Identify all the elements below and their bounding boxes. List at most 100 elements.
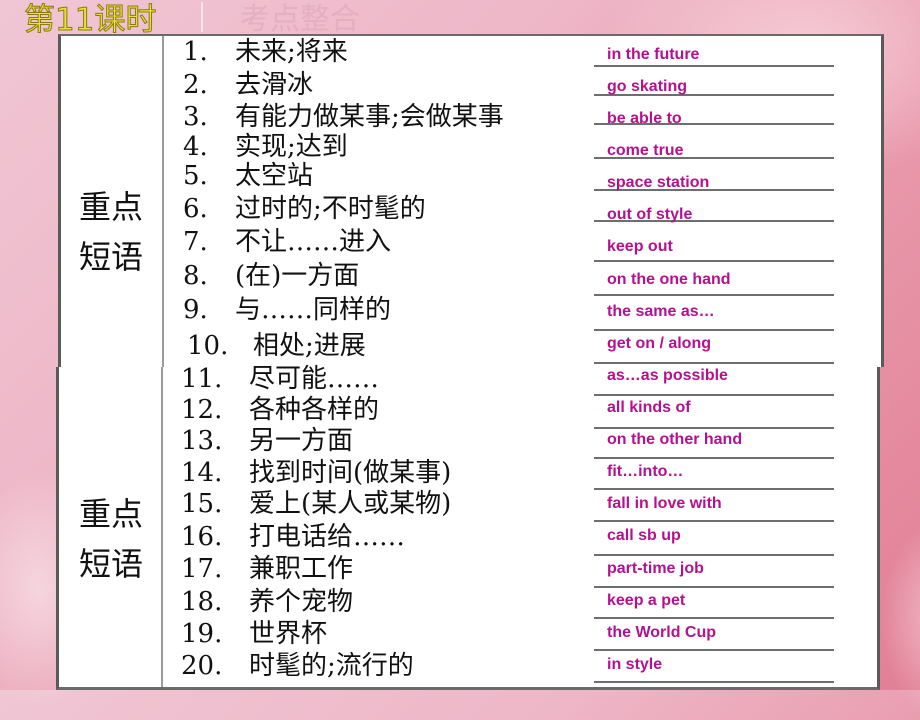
answer-blank-line (594, 649, 834, 651)
english-answer: fit…into… (607, 463, 684, 480)
item-number: 5. (183, 161, 208, 191)
chinese-text: 太空站 (235, 161, 314, 191)
chinese-phrase: 6. 过时的;不时髦的 (183, 193, 426, 225)
answer-blank-line (594, 520, 834, 522)
chinese-phrase: 10. 相处;进展 (187, 330, 366, 362)
item-number: 15. (181, 489, 223, 519)
item-number: 17. (181, 554, 223, 584)
answer-blank-line (594, 681, 834, 683)
chinese-text: 相处;进展 (253, 331, 366, 361)
chinese-text: 打电话给…… (249, 522, 406, 552)
english-answer: space station (607, 174, 710, 191)
chinese-text: 未来;将来 (235, 37, 348, 67)
chinese-text: 不让……进入 (235, 227, 392, 257)
section-subtitle: 考点整合 (240, 2, 360, 37)
chinese-phrase: 14. 找到时间(做某事) (181, 457, 451, 489)
english-answer: in style (607, 656, 663, 673)
chinese-phrase: 18. 养个宠物 (181, 586, 353, 618)
chinese-text: 兼职工作 (249, 554, 354, 584)
english-answer: the same as… (607, 303, 715, 320)
chinese-text: 养个宠物 (249, 587, 354, 617)
english-answer: go skating (607, 78, 688, 95)
item-number: 19. (181, 619, 223, 649)
chinese-phrase: 8. (在)一方面 (183, 260, 359, 292)
category-label-line1: 重点 (78, 495, 143, 533)
item-number: 16. (181, 522, 223, 552)
answer-blank-line (594, 362, 834, 364)
chinese-text: 有能力做某事;会做某事 (235, 102, 504, 132)
item-number: 6. (183, 194, 208, 224)
chinese-text: 另一方面 (249, 426, 354, 456)
category-label: 重点 短语 (61, 182, 161, 282)
chinese-phrase: 16. 打电话给…… (181, 521, 405, 553)
english-answer: out of style (607, 206, 693, 223)
english-answer: fall in love with (607, 495, 722, 512)
english-answer: keep a pet (607, 592, 686, 609)
english-answer: keep out (607, 238, 673, 255)
chinese-phrase: 19. 世界杯 (181, 618, 327, 650)
english-answer: the World Cup (607, 624, 717, 641)
english-answer: come true (607, 142, 684, 159)
item-number: 2. (183, 70, 208, 100)
column-divider (161, 367, 163, 687)
english-answer: get on / along (607, 335, 711, 352)
chinese-text: (在)一方面 (235, 261, 360, 291)
english-answer: on the one hand (607, 271, 731, 288)
item-number: 13. (181, 426, 223, 456)
chinese-text: 尽可能…… (249, 364, 380, 394)
category-label: 重点 短语 (61, 489, 161, 589)
chinese-text: 世界杯 (249, 619, 328, 649)
chinese-phrase: 2. 去滑冰 (183, 69, 313, 101)
chinese-phrase: 4. 实现;达到 (183, 131, 348, 163)
answer-blank-line (594, 554, 834, 556)
chinese-text: 过时的;不时髦的 (235, 194, 426, 224)
item-number: 9. (183, 295, 208, 325)
answer-blank-line (594, 586, 834, 588)
item-number: 1. (183, 37, 208, 67)
answer-blank-line (594, 394, 834, 396)
chinese-text: 找到时间(做某事) (249, 458, 452, 488)
answer-blank-line (594, 65, 834, 67)
item-number: 20. (181, 651, 223, 681)
chinese-phrase: 20. 时髦的;流行的 (181, 650, 414, 682)
chinese-phrase: 13. 另一方面 (181, 425, 353, 457)
chinese-text: 各种各样的 (249, 395, 380, 425)
category-label-line2: 短语 (78, 238, 143, 276)
phrase-table-part-2: 重点 短语 11. 尽可能…… as…as possible 12. 各种各样的 all … (56, 364, 880, 690)
item-number: 7. (183, 227, 208, 257)
english-answer: as…as possible (607, 367, 728, 384)
chinese-phrase: 9. 与……同样的 (183, 294, 391, 326)
chinese-text: 爱上(某人或某物) (249, 489, 452, 519)
item-number: 12. (181, 395, 223, 425)
answer-blank-line (594, 457, 834, 459)
answer-blank-line (594, 427, 834, 429)
item-number: 18. (181, 587, 223, 617)
item-number: 4. (183, 132, 208, 162)
chinese-phrase: 5. 太空站 (183, 160, 313, 192)
answer-blank-line (594, 260, 834, 262)
chinese-phrase: 15. 爱上(某人或某物) (181, 488, 451, 520)
answer-blank-line (594, 329, 834, 331)
header-divider (201, 2, 203, 32)
item-number: 8. (183, 261, 208, 291)
chinese-phrase: 1. 未来;将来 (183, 36, 348, 68)
answer-blank-line (594, 617, 834, 619)
item-number: 10. (187, 331, 229, 361)
item-number: 14. (181, 458, 223, 488)
chinese-text: 与……同样的 (235, 295, 392, 325)
chinese-text: 实现;达到 (235, 132, 348, 162)
english-answer: in the future (607, 46, 700, 63)
chinese-text: 时髦的;流行的 (249, 651, 414, 681)
chinese-phrase: 11. 尽可能…… (181, 363, 379, 395)
category-label-line1: 重点 (78, 188, 143, 226)
english-answer: all kinds of (607, 399, 691, 416)
english-answer: part-time job (607, 560, 704, 577)
item-number: 3. (183, 102, 208, 132)
background-flower-decoration-right (880, 520, 920, 720)
chinese-text: 去滑冰 (235, 70, 314, 100)
column-divider (162, 36, 164, 367)
category-label-line2: 短语 (78, 545, 143, 583)
phrase-table-part-1: 重点 短语 1. 未来;将来 in the future 2. 去滑冰 go skatin… (58, 34, 884, 367)
chinese-phrase: 3. 有能力做某事;会做某事 (183, 101, 504, 133)
chinese-phrase: 7. 不让……进入 (183, 226, 391, 258)
